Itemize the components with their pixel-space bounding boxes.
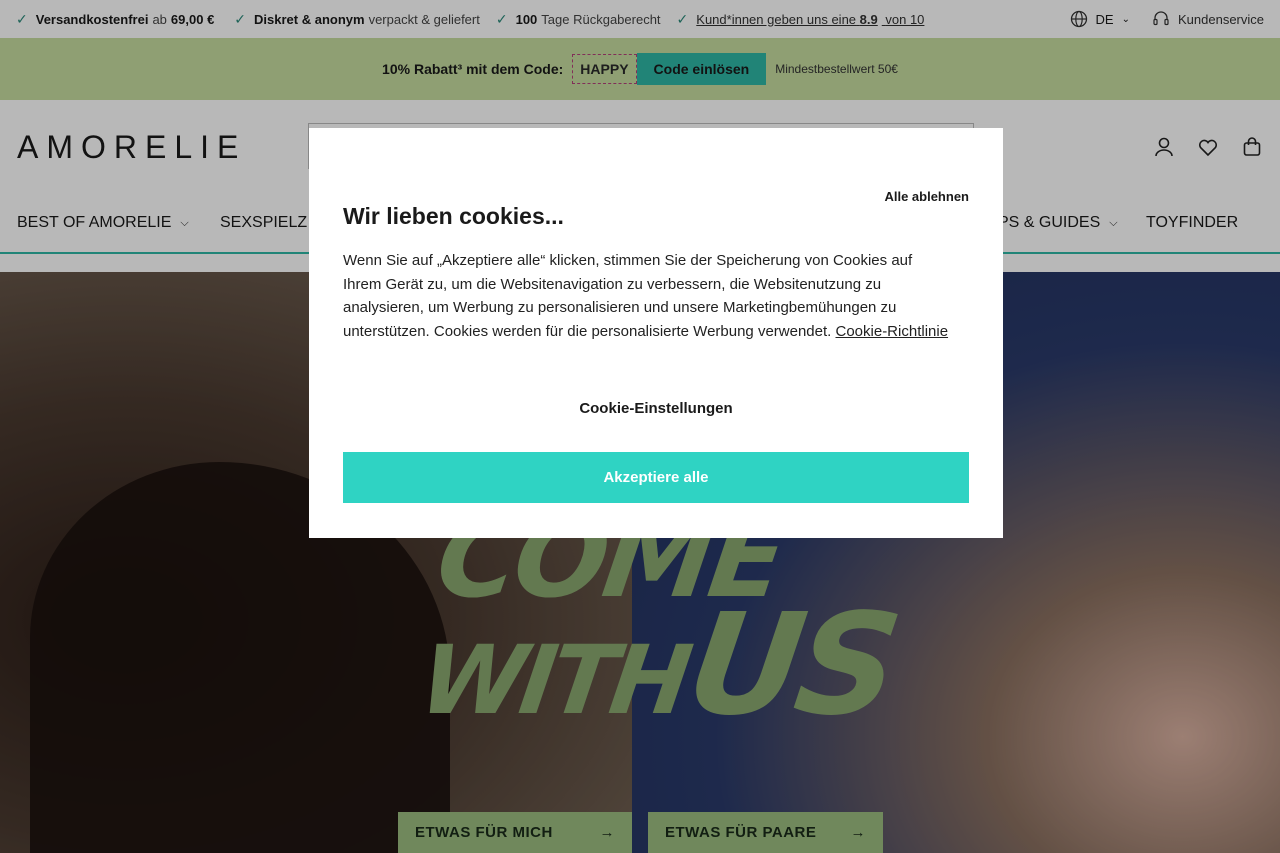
cookie-body-text: Wenn Sie auf „Akzeptiere alle“ klicken, … bbox=[343, 252, 913, 340]
cookie-settings-button[interactable]: Cookie-Einstellungen bbox=[309, 400, 1003, 417]
cookie-consent-dialog: Alle ablehnen Wir lieben cookies... Wenn… bbox=[309, 128, 1003, 538]
cookie-policy-link[interactable]: Cookie-Richtlinie bbox=[836, 323, 949, 340]
reject-all-button[interactable]: Alle ablehnen bbox=[884, 189, 969, 204]
cookie-dialog-body: Wenn Sie auf „Akzeptiere alle“ klicken, … bbox=[343, 249, 953, 343]
cookie-dialog-title: Wir lieben cookies... bbox=[343, 203, 564, 229]
accept-all-button[interactable]: Akzeptiere alle bbox=[343, 452, 969, 503]
